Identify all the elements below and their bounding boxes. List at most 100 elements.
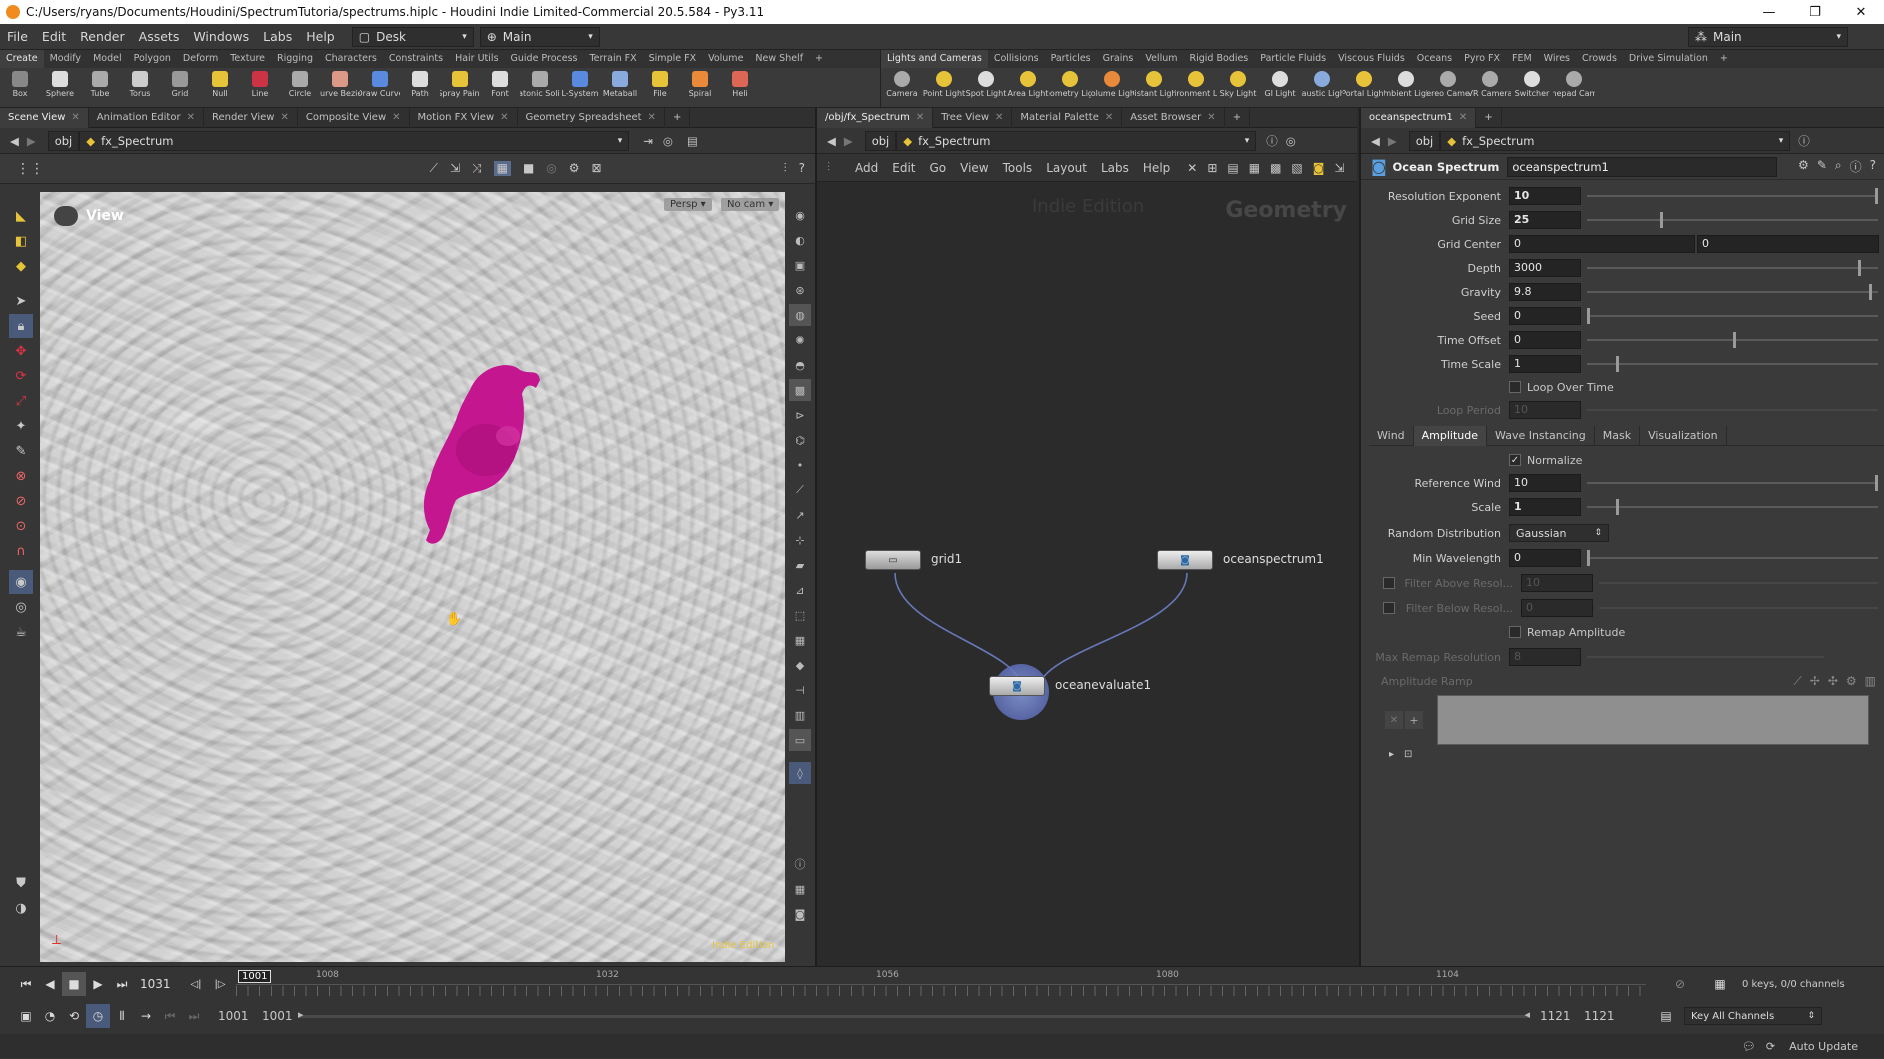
seed-slider[interactable] (1587, 308, 1878, 324)
tool-torus[interactable]: Torus (120, 68, 160, 107)
edge-icon[interactable]: ⟋ (789, 479, 811, 501)
magnet-c-icon[interactable]: ⊙ (9, 514, 33, 538)
depth-slider[interactable] (1587, 260, 1878, 276)
tool-caustic-light[interactable]: Caustic Light (1301, 68, 1343, 107)
close-icon[interactable]: ✕ (500, 112, 508, 123)
capture-icon[interactable]: ⊠ (592, 161, 602, 176)
split-view-icon[interactable]: ⫶ (784, 161, 787, 176)
node-oceanevaluate1[interactable]: ◙ oceanevaluate1 (989, 664, 1151, 720)
minimize-button[interactable]: — (1746, 5, 1792, 20)
tool-environment-light[interactable]: Environment Light (1175, 68, 1217, 107)
help-icon[interactable]: ? (799, 161, 805, 176)
shelf-tab-rigging[interactable]: Rigging (271, 50, 319, 68)
move-tool-icon[interactable]: ✥ (9, 339, 33, 363)
tool-line[interactable]: Line (240, 68, 280, 107)
tool-vr-camera[interactable]: VR Camera (1469, 68, 1511, 107)
range-slider[interactable]: ▸ ◂ (298, 1008, 1530, 1022)
amplitude-ramp-editor[interactable] (1437, 695, 1869, 745)
shading-icon[interactable]: ◍ (789, 304, 811, 326)
shelf-tab-crowds[interactable]: Crowds (1576, 50, 1623, 68)
loop-over-time-checkbox[interactable] (1509, 381, 1521, 393)
tool-spiral[interactable]: Spiral (680, 68, 720, 107)
layout-icon[interactable]: ▤ (687, 134, 698, 148)
play-icon[interactable]: ▶ (86, 972, 110, 996)
scope-icon[interactable]: ⊘ (1668, 972, 1692, 996)
tool-path[interactable]: Path (400, 68, 440, 107)
paint-bucket-icon[interactable]: ⛊ (9, 871, 33, 895)
ramp-linear-icon[interactable]: ⟋ (1793, 674, 1801, 689)
pose-icon[interactable]: ✦ (9, 414, 33, 438)
add-tab-icon[interactable]: + (1476, 107, 1502, 128)
menu-windows[interactable]: Windows (186, 29, 256, 44)
tool-null[interactable]: Null (200, 68, 240, 107)
gear-icon[interactable]: ⚙ (1798, 158, 1809, 175)
state-icon[interactable]: ◣ (9, 204, 33, 228)
select-arrow-icon[interactable]: ➤ (9, 289, 33, 313)
range-icon[interactable]: → (134, 1004, 158, 1028)
params-path-fx-spectrum[interactable]: ◆ fx_Spectrum ▾ (1440, 130, 1791, 151)
playback-end-field[interactable]: 1121 (1540, 1009, 1584, 1023)
checker-icon[interactable]: ▦ (789, 629, 811, 651)
info-icon[interactable]: ⓘ (1850, 158, 1862, 175)
monitor-icon[interactable]: ▭ (789, 729, 811, 751)
radar-icon[interactable]: ⊛ (789, 279, 811, 301)
orbit-icon[interactable]: ◎ (9, 595, 33, 619)
tool-box[interactable]: Box (0, 68, 40, 107)
help-icon[interactable]: ? (1870, 158, 1876, 175)
tool-gi-light[interactable]: GI Light (1259, 68, 1301, 107)
menu-edit[interactable]: Edit (35, 29, 73, 44)
close-icon[interactable]: ✕ (187, 112, 195, 123)
frame-ruler[interactable]: 1001 1008 1032 1056 1080 1104 (236, 970, 1646, 998)
tool-draw-curve[interactable]: Draw Curve (360, 68, 400, 107)
scene-tab-0[interactable]: Scene View ✕ (0, 107, 89, 128)
shelf-tab-constraints[interactable]: Constraints (383, 50, 449, 68)
grid-center-x-field[interactable]: 0 (1509, 235, 1695, 253)
reference-wind-slider[interactable] (1587, 475, 1879, 491)
ramp-move-icon[interactable]: ✣ (1828, 674, 1838, 689)
range-start-icon[interactable]: ⏮ (158, 1004, 182, 1028)
tool-distant-light[interactable]: Distant Light (1133, 68, 1175, 107)
shelf-tab-grains[interactable]: Grains (1097, 50, 1140, 68)
grid-center-y-field[interactable]: 0 (1697, 235, 1879, 253)
close-icon[interactable]: ✕ (392, 112, 400, 123)
playhead-frame[interactable]: 1001 (238, 970, 272, 983)
scene-tab-2[interactable]: Render View ✕ (204, 107, 298, 128)
gravity-slider[interactable] (1587, 284, 1878, 300)
seed-field[interactable]: 0 (1509, 307, 1581, 325)
ramp-add-point-icon[interactable]: + (1405, 711, 1423, 729)
template-icon[interactable]: ⬚ (789, 604, 811, 626)
tool-platonic-solids[interactable]: Platonic Solids (520, 68, 560, 107)
close-icon[interactable]: ✕ (280, 112, 288, 123)
shelf-tab-guide-process[interactable]: Guide Process (505, 50, 584, 68)
menu-labs[interactable]: Labs (256, 29, 299, 44)
close-button[interactable]: ✕ (1838, 5, 1884, 20)
forward-arrow-icon[interactable]: ▶ (27, 134, 36, 148)
range-handle-left-icon[interactable]: ▸ (298, 1008, 304, 1021)
realtime-icon[interactable]: ▣ (14, 1004, 38, 1028)
pin-icon[interactable]: ⇥ (643, 134, 653, 148)
time-scale-slider[interactable] (1587, 356, 1878, 372)
tool-font[interactable]: Font (480, 68, 520, 107)
reference-wind-field[interactable]: 10 (1509, 474, 1581, 492)
info-icon[interactable]: ⓘ (1798, 133, 1810, 149)
close-icon[interactable]: ✕ (1459, 112, 1467, 123)
rotate-tool-icon[interactable]: ⟳ (9, 364, 33, 388)
magnet-d-icon[interactable]: ∩ (9, 539, 33, 563)
subtab-mask[interactable]: Mask (1595, 425, 1641, 446)
tool-grid[interactable]: Grid (160, 68, 200, 107)
random-distribution-dropdown[interactable]: Gaussian ⇕ (1509, 524, 1609, 542)
scale-field[interactable]: 1 (1509, 498, 1581, 516)
headlight-icon[interactable]: ◓ (789, 354, 811, 376)
lock-camera-icon[interactable]: ◎ (546, 161, 556, 176)
back-arrow-icon[interactable]: ◀ (10, 134, 19, 148)
time-offset-slider[interactable] (1587, 332, 1878, 348)
range-end-field[interactable]: 1121 (1584, 1009, 1624, 1023)
path-fx-spectrum[interactable]: ◆ fx_Spectrum ▾ (79, 130, 630, 151)
right-context-selector[interactable]: ⁂ Main ▾ (1688, 26, 1848, 47)
filter-above-checkbox[interactable] (1383, 577, 1395, 589)
magnet-b-icon[interactable]: ⊘ (9, 489, 33, 513)
shelf-tab-simple-fx[interactable]: Simple FX (643, 50, 702, 68)
search-icon[interactable]: ⌕ (1835, 158, 1842, 175)
normalize-checkbox[interactable]: ✓ (1509, 454, 1521, 466)
depth-field[interactable]: 3000 (1509, 259, 1581, 277)
